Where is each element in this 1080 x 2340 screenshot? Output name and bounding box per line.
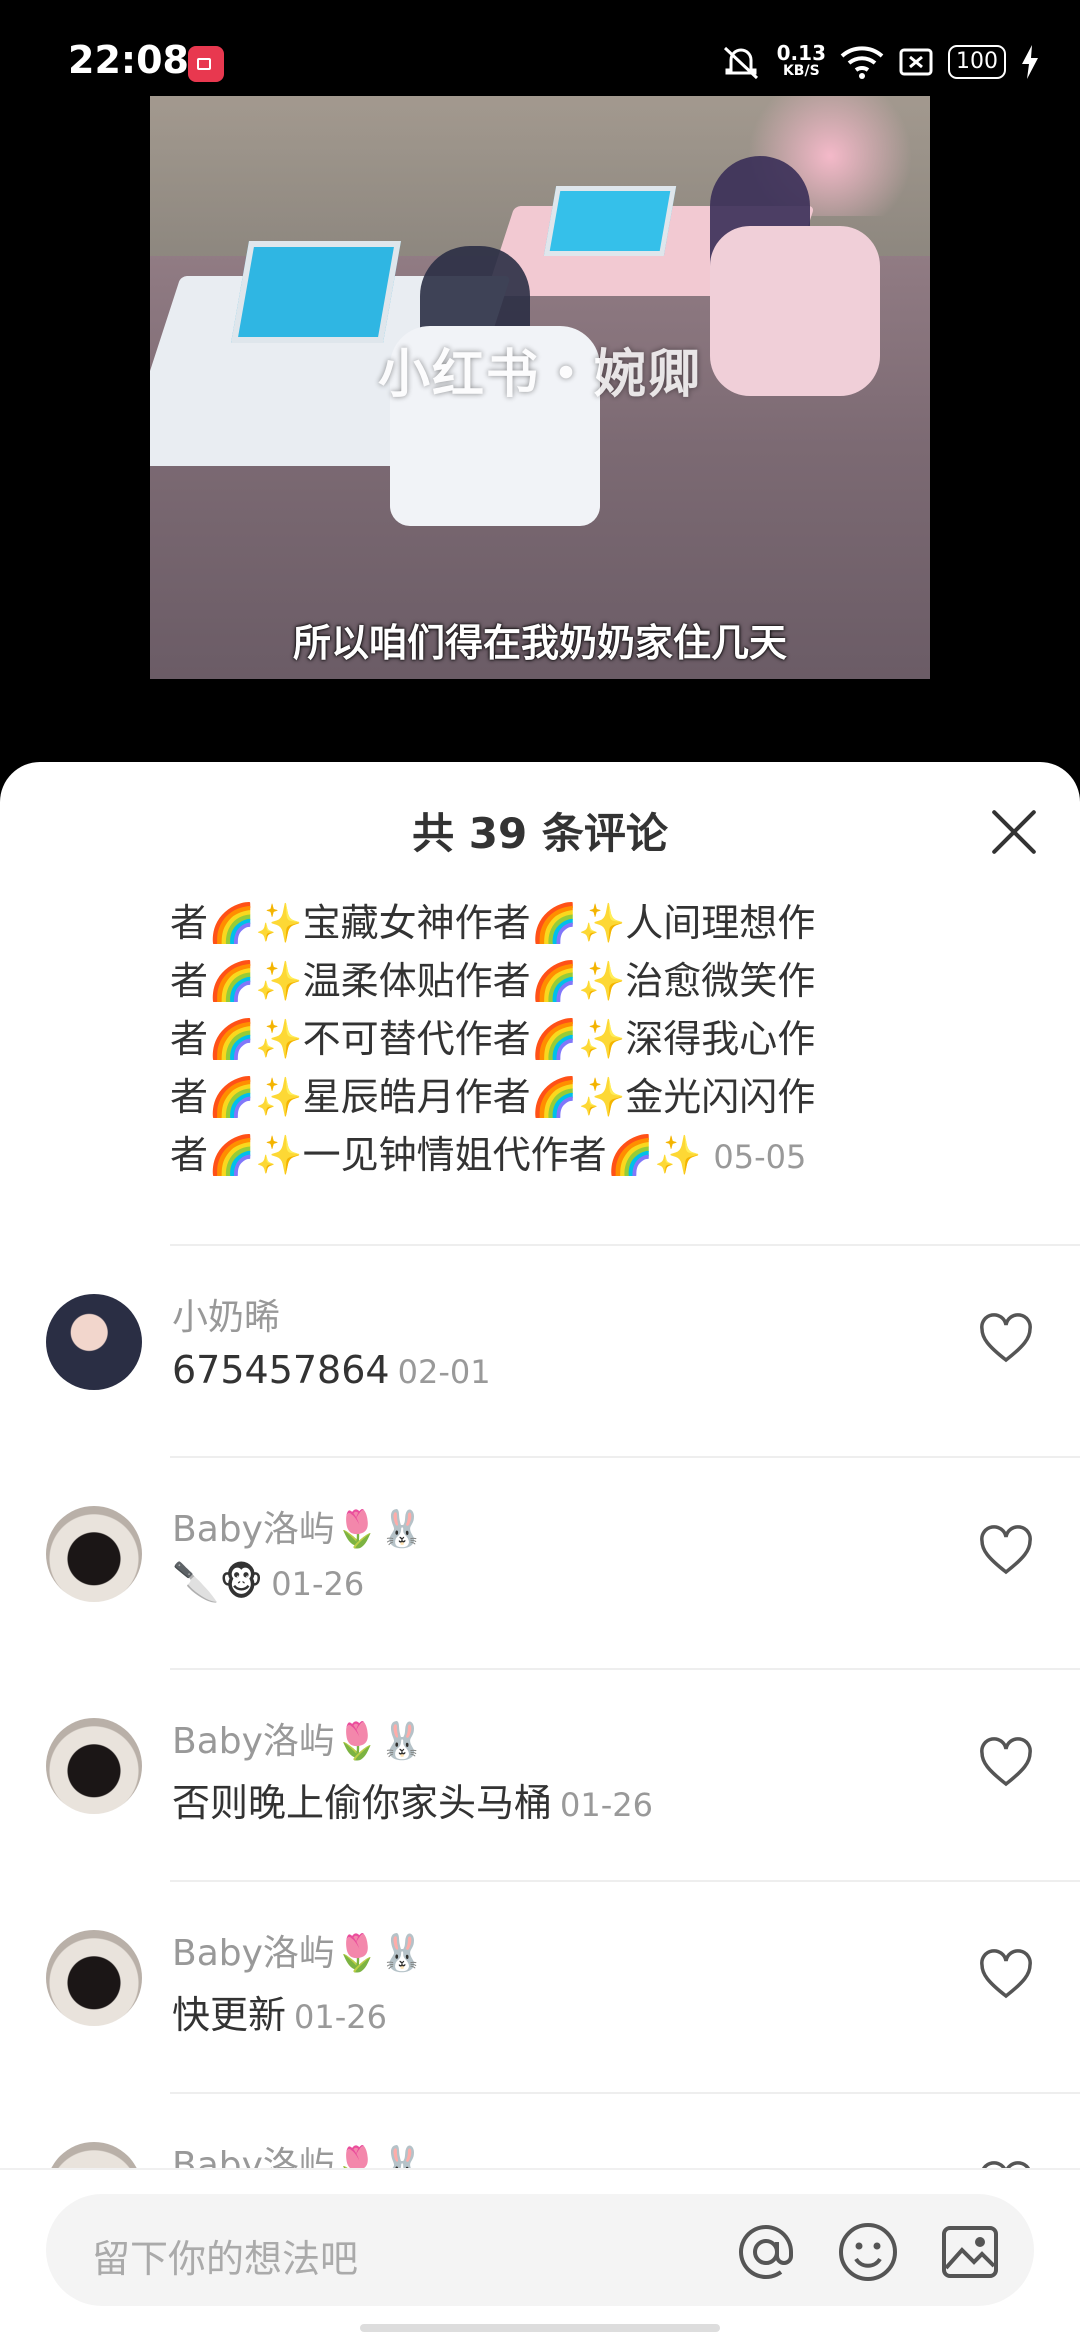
avatar[interactable] bbox=[46, 1930, 142, 2026]
comment-input-bar: 留下你的想法吧 bbox=[0, 2168, 1080, 2340]
comment-date: 01-26 bbox=[271, 1565, 365, 1603]
comment-line: 者🌈✨温柔体贴作者🌈✨治愈微笑作 bbox=[170, 959, 816, 1003]
heart-outline-icon[interactable] bbox=[978, 1524, 1034, 1580]
screen-cast-icon bbox=[899, 48, 933, 76]
heart-outline-icon[interactable] bbox=[978, 1312, 1034, 1368]
comment-date: 01-26 bbox=[560, 1786, 653, 1824]
charging-icon bbox=[1022, 45, 1038, 79]
comment-text: 🔪🐵 01-26 bbox=[172, 1560, 365, 1604]
video-player[interactable]: 小红书・婉卿 所以咱们得在我奶奶家住几天 bbox=[150, 96, 930, 679]
comment-text: 675457864 02-01 bbox=[172, 1348, 491, 1392]
comment-line: 者🌈✨一见钟情姐代作者🌈✨ 05-05 bbox=[170, 1133, 807, 1177]
comment-date: 01-26 bbox=[294, 1998, 387, 2036]
net-speed: 0.13 KB/S bbox=[776, 41, 826, 79]
comment-line: 者🌈✨不可替代作者🌈✨深得我心作 bbox=[170, 1017, 816, 1061]
heart-outline-icon[interactable] bbox=[978, 1948, 1034, 2004]
comment-line: 者🌈✨星辰皓月作者🌈✨金光闪闪作 bbox=[170, 1075, 816, 1119]
comments-count-title: 共 39 条评论 bbox=[412, 809, 668, 858]
screen-record-icon bbox=[188, 46, 224, 82]
mute-icon bbox=[723, 46, 758, 80]
close-icon[interactable] bbox=[988, 806, 1040, 858]
heart-outline-icon[interactable] bbox=[978, 1736, 1034, 1792]
comment-item[interactable]: Baby洛屿🌷🐰 否则晚上偷你家头马桶 01-26 bbox=[0, 1670, 1080, 1880]
comment-username[interactable]: 小奶晞 bbox=[172, 1288, 280, 1340]
comment-input-placeholder: 留下你的想法吧 bbox=[92, 2237, 359, 2281]
avatar[interactable] bbox=[46, 1506, 142, 1602]
comment-item[interactable]: Baby洛屿🌷🐰 快更新 01-26 bbox=[0, 1882, 1080, 2092]
battery-indicator: 100 bbox=[948, 45, 1006, 79]
image-icon[interactable] bbox=[938, 2220, 1002, 2284]
comment-date: 05-05 bbox=[713, 1138, 807, 1176]
comment-username[interactable]: Baby洛屿🌷🐰 bbox=[172, 1712, 425, 1764]
wifi-icon bbox=[840, 46, 884, 79]
laptop-right bbox=[543, 186, 677, 256]
video-watermark: 小红书・婉卿 bbox=[377, 345, 702, 405]
comment-text: 快更新 01-26 bbox=[172, 1993, 387, 2037]
comment-item[interactable]: Baby洛屿🌷🐰 🔪🐵 01-26 bbox=[0, 1458, 1080, 1668]
home-indicator[interactable] bbox=[360, 2324, 720, 2332]
status-icons: 0.13 KB/S 100 bbox=[719, 42, 1040, 82]
avatar[interactable] bbox=[46, 1294, 142, 1390]
comment-input[interactable]: 留下你的想法吧 bbox=[46, 2194, 1034, 2306]
comment-username[interactable]: Baby洛屿🌷🐰 bbox=[172, 1924, 425, 1976]
at-sign-icon[interactable] bbox=[734, 2220, 798, 2284]
status-time: 22:08 bbox=[68, 38, 189, 82]
continued-comment-text: 者🌈✨宝藏女神作者🌈✨人间理想作 者🌈✨温柔体贴作者🌈✨治愈微笑作 者🌈✨不可替… bbox=[170, 894, 910, 1186]
comments-sheet: 共 39 条评论 者🌈✨宝藏女神作者🌈✨人间理想作 者🌈✨温柔体贴作者🌈✨治愈微… bbox=[0, 762, 1080, 2340]
comment-text: 否则晚上偷你家头马桶 01-26 bbox=[172, 1781, 653, 1825]
smiley-icon[interactable] bbox=[836, 2220, 900, 2284]
avatar[interactable] bbox=[46, 1718, 142, 1814]
comment-date: 02-01 bbox=[397, 1353, 491, 1391]
laptop-left bbox=[231, 241, 401, 343]
comment-line: 者🌈✨宝藏女神作者🌈✨人间理想作 bbox=[170, 901, 816, 945]
status-bar: 22:08 0.13 KB/S 100 bbox=[0, 0, 1080, 96]
comment-item[interactable]: 小奶晞 675457864 02-01 bbox=[0, 1246, 1080, 1456]
video-subtitle: 所以咱们得在我奶奶家住几天 bbox=[292, 621, 787, 665]
comment-username[interactable]: Baby洛屿🌷🐰 bbox=[172, 1500, 425, 1552]
